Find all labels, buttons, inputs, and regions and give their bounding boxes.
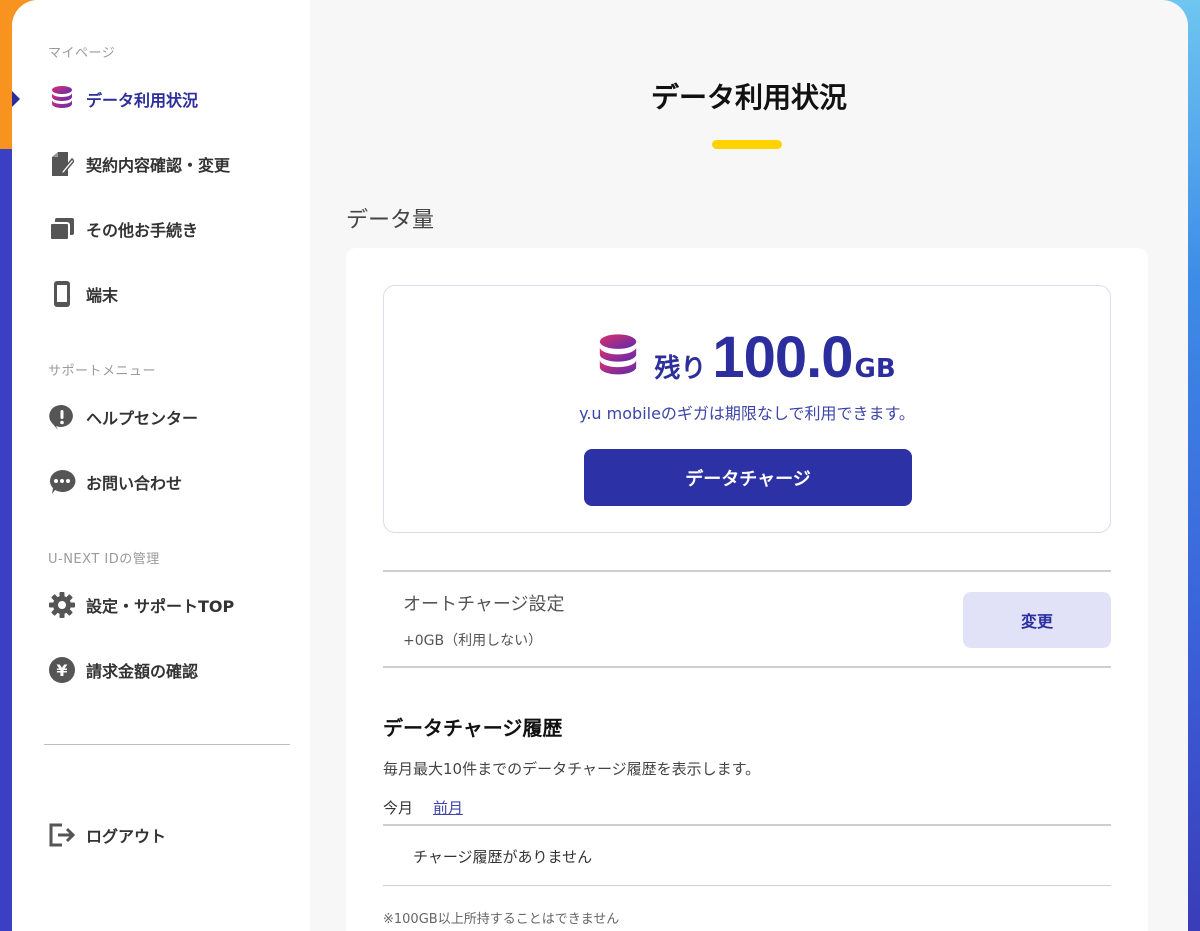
remaining-value: 100.0: [712, 325, 853, 390]
sidebar-item-label: 端末: [86, 285, 119, 305]
chat-bubble-icon: [48, 468, 76, 496]
sidebar-item-help-center[interactable]: ヘルプセンター: [12, 384, 310, 449]
svg-text:¥: ¥: [56, 661, 67, 680]
auto-charge-title: オートチャージ設定: [403, 594, 565, 615]
sidebar-section-unext: U-NEXT IDの管理: [48, 552, 160, 567]
charge-history-list: チャージ履歴がありません: [383, 824, 1111, 886]
sidebar-item-contract[interactable]: 契約内容確認・変更: [12, 131, 310, 196]
title-underline: [712, 140, 782, 149]
sidebar-item-label: その他お手続き: [86, 220, 199, 240]
main-content: データ利用状況 データ量 残り 100.0 GB y.u mobileのギガは期…: [310, 0, 1188, 931]
remaining-unit: GB: [854, 354, 896, 384]
sidebar-item-data-usage[interactable]: データ利用状況: [12, 66, 310, 131]
database-icon: [600, 333, 637, 374]
sidebar-item-label: 請求金額の確認: [86, 661, 199, 681]
auto-charge-setting: オートチャージ設定 +0GB（利用しない） 変更: [383, 570, 1111, 668]
stacked-windows-icon: [48, 215, 76, 243]
sidebar-item-label: 設定・サポートTOP: [86, 596, 235, 616]
page-title: データ利用状況: [650, 81, 847, 114]
sidebar-item-label: お問い合わせ: [86, 473, 183, 493]
remaining-data: 残り 100.0 GB: [384, 324, 1110, 391]
sidebar-item-label: ヘルプセンター: [86, 408, 199, 428]
gear-icon: [48, 591, 76, 619]
sidebar-item-device[interactable]: 端末: [12, 261, 310, 326]
auto-charge-change-button[interactable]: 変更: [963, 592, 1111, 648]
yen-icon: ¥: [48, 656, 76, 684]
app-frame: マイページ データ利用状況 契約内容確認・変更 その他お手続き 端末 サポートメ…: [12, 0, 1188, 931]
database-icon: [48, 85, 76, 113]
smartphone-icon: [48, 280, 76, 308]
data-charge-button[interactable]: データチャージ: [584, 449, 912, 506]
sidebar-item-billing[interactable]: ¥ 請求金額の確認: [12, 637, 310, 702]
background-left-stripe: [0, 0, 12, 931]
data-card: 残り 100.0 GB y.u mobileのギガは期限なしで利用できます。 デ…: [346, 248, 1148, 931]
footnote: ※100GB以上所持することはできません: [383, 912, 620, 927]
charge-history-title: データチャージ履歴: [383, 716, 563, 740]
auto-charge-value: +0GB（利用しない）: [403, 633, 543, 649]
sidebar-item-contact[interactable]: お問い合わせ: [12, 449, 310, 514]
remaining-data-box: 残り 100.0 GB y.u mobileのギガは期限なしで利用できます。 デ…: [383, 285, 1111, 533]
tab-previous-month[interactable]: 前月: [433, 797, 463, 818]
charge-history-empty-message: チャージ履歴がありません: [413, 848, 593, 866]
remaining-note: y.u mobileのギガは期限なしで利用できます。: [579, 404, 915, 423]
document-edit-icon: [48, 150, 76, 178]
logout-label: ログアウト: [86, 826, 167, 846]
remaining-label: 残り: [654, 354, 707, 384]
sidebar-item-label: 契約内容確認・変更: [86, 155, 231, 175]
logout-button[interactable]: ログアウト: [12, 802, 166, 867]
sidebar-item-other-procedures[interactable]: その他お手続き: [12, 196, 310, 261]
sidebar-divider: [44, 744, 290, 745]
sidebar-item-label: データ利用状況: [86, 90, 199, 110]
logout-icon: [48, 821, 76, 849]
sidebar: マイページ データ利用状況 契約内容確認・変更 その他お手続き 端末 サポートメ…: [12, 0, 310, 931]
sidebar-item-settings-support[interactable]: 設定・サポートTOP: [12, 572, 310, 637]
sidebar-section-support: サポートメニュー: [48, 364, 157, 379]
tab-current-month[interactable]: 今月: [383, 797, 413, 818]
month-tabs: 今月 前月: [383, 797, 463, 818]
section-title: データ量: [346, 208, 435, 233]
sidebar-section-mypage: マイページ: [48, 46, 116, 61]
charge-history-description: 毎月最大10件までのデータチャージ履歴を表示します。: [383, 760, 761, 778]
alert-bubble-icon: [48, 403, 76, 431]
